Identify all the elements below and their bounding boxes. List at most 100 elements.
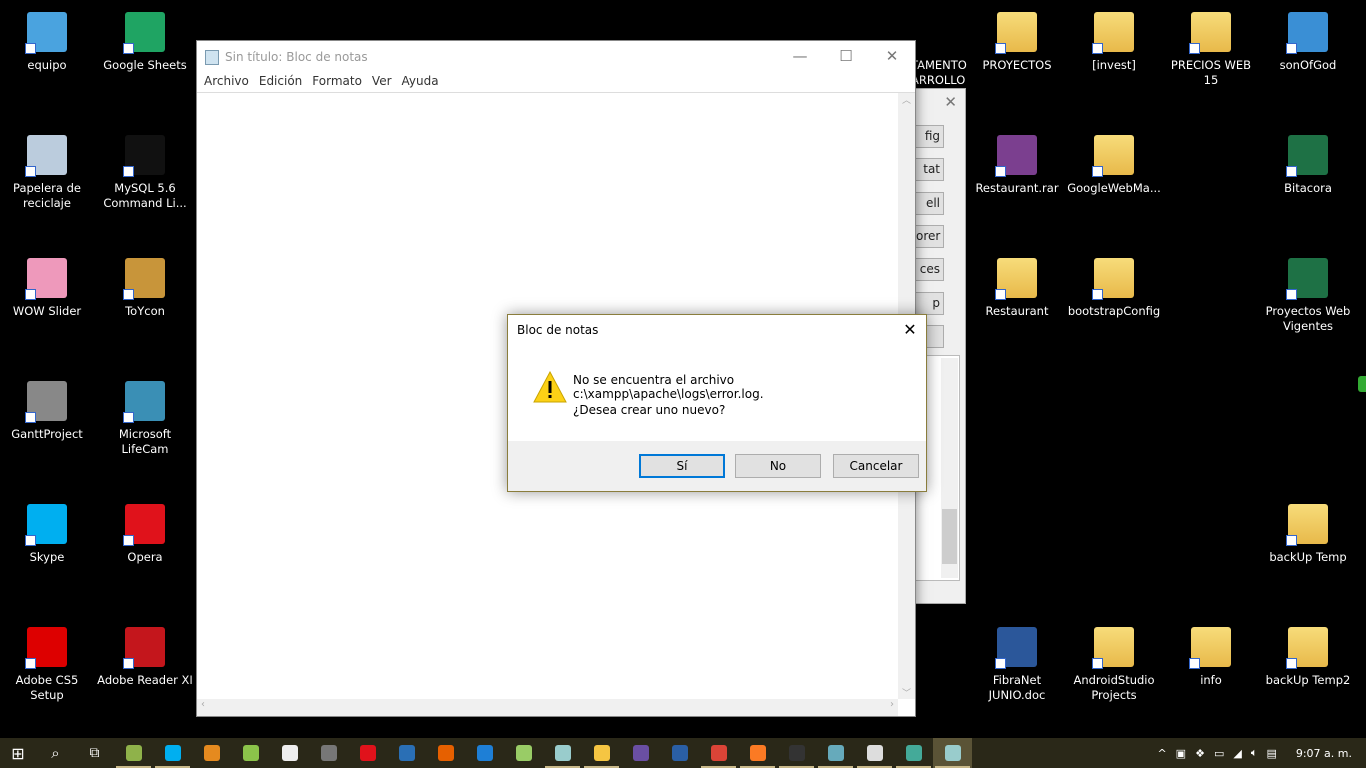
- desktop-icon[interactable]: FibraNet JUNIO.doc: [969, 627, 1065, 703]
- taskbar-notepad[interactable]: [543, 738, 582, 768]
- dialog-close-button[interactable]: ✕: [894, 315, 926, 345]
- desktop-icon[interactable]: MySQL 5.6 Command Li...: [97, 135, 193, 211]
- taskbar-eclipse[interactable]: [621, 738, 660, 768]
- desktop-icon[interactable]: bootstrapConfig: [1066, 258, 1162, 319]
- desktop-icon[interactable]: Proyectos Web Vigentes: [1260, 258, 1356, 334]
- no-button[interactable]: No: [735, 454, 821, 478]
- paint-icon: [827, 745, 844, 761]
- taskbar-firefox[interactable]: [426, 738, 465, 768]
- close-button[interactable]: ✕: [869, 41, 915, 71]
- taskbar-chrome[interactable]: [699, 738, 738, 768]
- taskbar-opera[interactable]: [348, 738, 387, 768]
- background-button[interactable]: fig: [915, 125, 944, 148]
- background-button[interactable]: ces: [915, 258, 944, 282]
- desktop-icon-label: FibraNet JUNIO.doc: [988, 673, 1046, 702]
- desktop-icon[interactable]: info: [1163, 627, 1259, 688]
- taskbar-media-player[interactable]: [192, 738, 231, 768]
- taskbar-cmd[interactable]: [777, 738, 816, 768]
- background-button[interactable]: tat: [915, 158, 944, 182]
- network-app-icon[interactable]: ▣: [1176, 747, 1186, 760]
- desktop-icon[interactable]: AndroidStudio Projects: [1066, 627, 1162, 703]
- yes-button[interactable]: Sí: [639, 454, 725, 478]
- close-icon[interactable]: ✕: [944, 93, 957, 111]
- taskbar-notepad-active[interactable]: [933, 738, 972, 768]
- taskbar-xampp[interactable]: [738, 738, 777, 768]
- scrollbar[interactable]: [941, 358, 958, 578]
- background-button[interactable]: orer: [915, 224, 944, 248]
- shortcut-arrow-icon: [123, 535, 134, 546]
- shortcut-arrow-icon: [995, 43, 1006, 54]
- menu-ver[interactable]: Ver: [367, 73, 397, 92]
- desktop-icon[interactable]: GanttProject: [0, 381, 95, 442]
- desktop-icon[interactable]: Adobe CS5 Setup: [0, 627, 95, 703]
- app-icon: [123, 504, 165, 546]
- app-icon: [995, 135, 1037, 177]
- maximize-button[interactable]: ☐: [823, 41, 869, 71]
- desktop-icon[interactable]: GoogleWebMa...: [1066, 135, 1162, 196]
- desktop-icon[interactable]: [invest]: [1066, 12, 1162, 73]
- desktop-icon[interactable]: PRECIOS WEB 15: [1163, 12, 1259, 88]
- desktop-icon[interactable]: Bitacora: [1260, 135, 1356, 196]
- desktop-icon[interactable]: Microsoft LifeCam: [97, 381, 193, 457]
- battery-icon[interactable]: ▭: [1214, 747, 1224, 760]
- desktop-icon-label: PRECIOS WEB 15: [1170, 58, 1252, 87]
- taskbar-file-explorer[interactable]: [582, 738, 621, 768]
- taskbar-apps-grid[interactable]: [270, 738, 309, 768]
- taskbar-globe[interactable]: [387, 738, 426, 768]
- taskbar-target[interactable]: [855, 738, 894, 768]
- dropbox-icon[interactable]: ❖: [1195, 747, 1205, 760]
- desktop-icon[interactable]: Adobe Reader XI: [97, 627, 193, 688]
- volume-icon[interactable]: 🔈︎: [1251, 746, 1258, 760]
- desktop-icon[interactable]: Opera: [97, 504, 193, 565]
- taskbar-paint[interactable]: [816, 738, 855, 768]
- taskbar-skype[interactable]: [153, 738, 192, 768]
- notepad-icon: [554, 745, 571, 761]
- taskbar-thunderbird[interactable]: [660, 738, 699, 768]
- task-view-button[interactable]: ⧉: [75, 738, 114, 768]
- taskbar-edge[interactable]: [465, 738, 504, 768]
- menu-edicion[interactable]: Edición: [254, 73, 307, 92]
- app-icon: [1092, 627, 1134, 669]
- start-button[interactable]: ⊞: [0, 738, 36, 768]
- edge-tab[interactable]: [1358, 376, 1366, 392]
- shortcut-arrow-icon: [25, 43, 36, 54]
- cancel-button[interactable]: Cancelar: [833, 454, 919, 478]
- chevron-up-icon[interactable]: ^: [1157, 747, 1166, 760]
- desktop-icon[interactable]: Skype: [0, 504, 95, 565]
- menu-formato[interactable]: Formato: [307, 73, 367, 92]
- app-icon: [123, 627, 165, 669]
- desktop-icon[interactable]: backUp Temp2: [1260, 627, 1356, 688]
- taskbar-file-manager[interactable]: [114, 738, 153, 768]
- taskbar-calculator[interactable]: [309, 738, 348, 768]
- minimize-button[interactable]: —: [777, 41, 823, 71]
- background-button[interactable]: ell: [915, 191, 944, 215]
- desktop-icon[interactable]: sonOfGod: [1260, 12, 1356, 73]
- wifi-icon[interactable]: ◢: [1233, 747, 1241, 760]
- desktop-icon[interactable]: Restaurant: [969, 258, 1065, 319]
- menu-ayuda[interactable]: Ayuda: [397, 73, 444, 92]
- android-icon: [242, 745, 259, 761]
- search-button[interactable]: ⌕: [36, 738, 75, 768]
- app-icon: [1092, 135, 1134, 177]
- desktop-icon[interactable]: equipo: [0, 12, 95, 73]
- desktop-icon[interactable]: Restaurant.rar: [969, 135, 1065, 196]
- desktop-icon[interactable]: backUp Temp: [1260, 504, 1356, 565]
- menu-archivo[interactable]: Archivo: [199, 73, 254, 92]
- desktop-icon[interactable]: Google Sheets: [97, 12, 193, 73]
- network-tool-icon: [905, 745, 922, 761]
- horizontal-scrollbar[interactable]: ‹ ›: [197, 699, 898, 716]
- desktop-icon[interactable]: ToYcon: [97, 258, 193, 319]
- desktop-icon[interactable]: PROYECTOS: [969, 12, 1065, 73]
- action-center-icon[interactable]: ▤: [1266, 747, 1276, 760]
- taskbar-android[interactable]: [231, 738, 270, 768]
- taskbar-network-tool[interactable]: [894, 738, 933, 768]
- background-button[interactable]: p: [915, 291, 944, 315]
- app-icon: [25, 627, 67, 669]
- desktop-icon[interactable]: Papelera de reciclaje: [0, 135, 95, 211]
- taskbar-notepad-plus[interactable]: [504, 738, 543, 768]
- shortcut-arrow-icon: [1286, 658, 1297, 669]
- clock[interactable]: 9:07 a. m.: [1296, 747, 1352, 760]
- desktop-icon[interactable]: WOW Slider: [0, 258, 95, 319]
- app-icon: [1189, 12, 1231, 54]
- shortcut-arrow-icon: [1092, 289, 1103, 300]
